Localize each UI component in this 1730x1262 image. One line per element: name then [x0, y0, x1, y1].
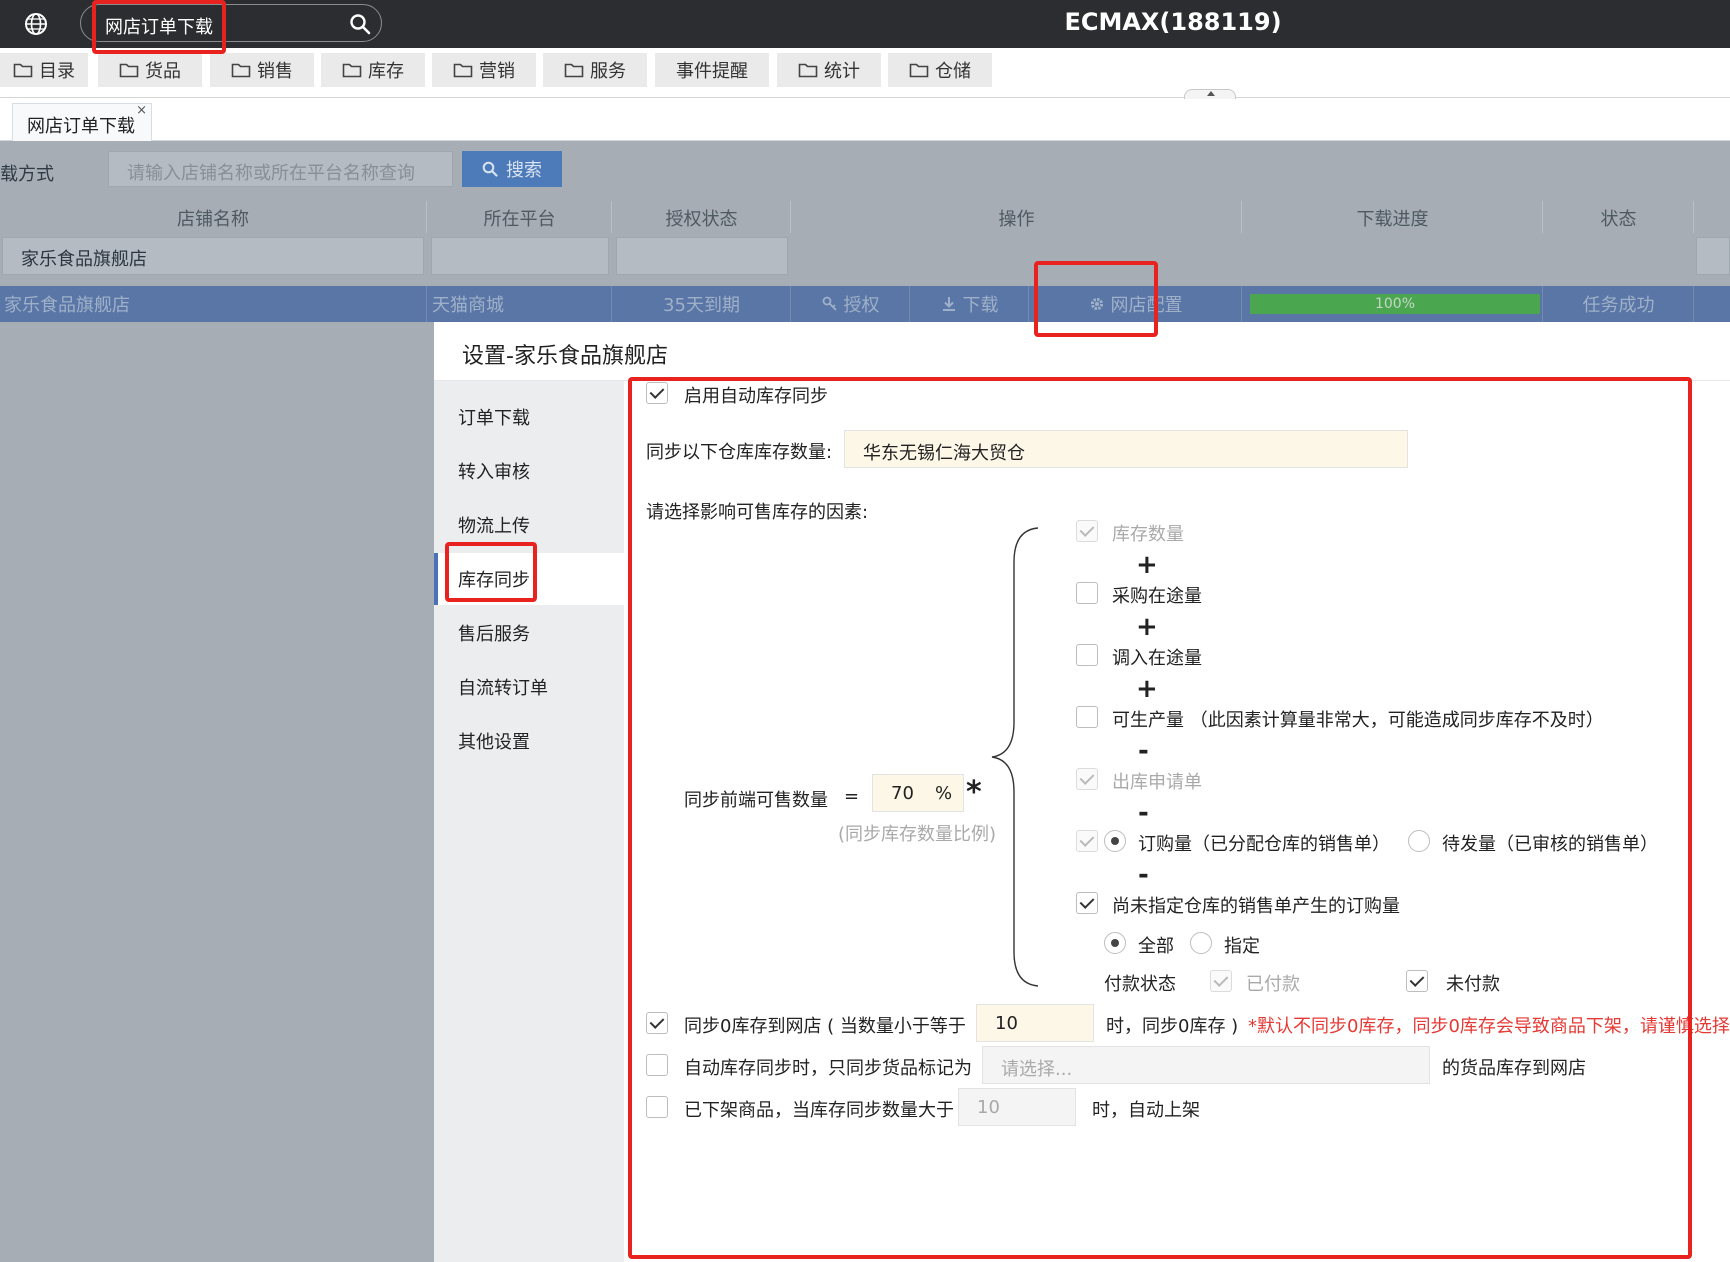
- column-header-actions[interactable]: 操作: [792, 201, 1242, 233]
- menu-catalog[interactable]: 目录: [0, 53, 88, 87]
- annotation-box-search: [92, 0, 226, 54]
- dialog-title: 设置-家乐食品旗舰店: [462, 344, 668, 369]
- search-button-label: 搜索: [506, 160, 542, 181]
- cell-shop-name: 家乐食品旗舰店: [0, 286, 427, 322]
- shop-search-input[interactable]: 请输入店铺名称或所在平台名称查询: [108, 151, 453, 187]
- menu-collapse-handle[interactable]: [1184, 89, 1236, 99]
- menu-goods-label: 货品: [145, 61, 181, 82]
- folder-icon: [564, 63, 584, 78]
- download-button[interactable]: 下载: [911, 286, 1029, 322]
- menu-catalog-label: 目录: [39, 61, 75, 82]
- menu-service-label: 服务: [590, 61, 626, 82]
- annotation-box-settings-panel: [628, 377, 1692, 1259]
- folder-icon: [909, 63, 929, 78]
- menu-sales[interactable]: 销售: [210, 53, 314, 87]
- cell-platform: 天猫商城: [428, 286, 612, 322]
- auth-status-filter-input[interactable]: [616, 237, 788, 275]
- annotation-box-shop-config: [1034, 261, 1158, 337]
- tab-label: 网店订单下载: [27, 116, 135, 137]
- menu-warehouse-label: 仓储: [935, 61, 971, 82]
- shop-name-filter-input[interactable]: 家乐食品旗舰店: [2, 237, 424, 275]
- status-filter-input[interactable]: [1696, 237, 1730, 275]
- column-header-shop-name[interactable]: 店铺名称: [0, 201, 427, 233]
- menu-statistics-label: 统计: [824, 61, 860, 82]
- nav-after-sales[interactable]: 售后服务: [434, 607, 624, 659]
- column-header-status[interactable]: 状态: [1544, 201, 1694, 233]
- authorize-button[interactable]: 授权: [792, 286, 910, 322]
- folder-icon: [13, 63, 33, 78]
- shop-name-filter-value: 家乐食品旗舰店: [21, 249, 147, 270]
- authorize-label: 授权: [843, 295, 880, 316]
- shop-search-placeholder: 请输入店铺名称或所在平台名称查询: [127, 163, 415, 184]
- nav-auto-flow-orders[interactable]: 自流转订单: [434, 661, 624, 713]
- table-row[interactable]: 家乐食品旗舰店 天猫商城 35天到期 授权 下载 网店配置 任务成功 100%: [0, 286, 1730, 322]
- nav-transfer-review[interactable]: 转入审核: [434, 445, 624, 497]
- download-progress-bar: 100%: [1250, 294, 1540, 314]
- column-header-auth-status[interactable]: 授权状态: [613, 201, 791, 233]
- menu-marketing-label: 营销: [479, 61, 515, 82]
- column-header-platform[interactable]: 所在平台: [428, 201, 612, 233]
- platform-filter-input[interactable]: [431, 237, 609, 275]
- nav-other-settings[interactable]: 其他设置: [434, 715, 624, 767]
- download-progress-label: 100%: [1374, 296, 1416, 312]
- search-icon: [482, 161, 498, 177]
- page-tab-strip: 网店订单下载 ×: [0, 99, 1730, 141]
- key-icon: [822, 296, 837, 311]
- close-icon[interactable]: ×: [136, 103, 147, 118]
- main-menu-bar: 目录 货品 销售 库存 营销 服务 事件提醒 统计 仓储: [0, 48, 1730, 98]
- folder-icon: [798, 63, 818, 78]
- top-bar: 网店订单下载 ECMAX(188119): [0, 0, 1730, 48]
- menu-sales-label: 销售: [257, 61, 293, 82]
- menu-service[interactable]: 服务: [543, 53, 647, 87]
- tab-online-order-download[interactable]: 网店订单下载 ×: [12, 103, 152, 141]
- cell-auth-status: 35天到期: [613, 286, 791, 322]
- search-button[interactable]: 搜索: [462, 151, 562, 187]
- menu-inventory[interactable]: 库存: [321, 53, 425, 87]
- folder-icon: [231, 63, 251, 78]
- menu-statistics[interactable]: 统计: [777, 53, 881, 87]
- menu-warehouse[interactable]: 仓储: [888, 53, 992, 87]
- menu-marketing[interactable]: 营销: [432, 53, 536, 87]
- menu-goods[interactable]: 货品: [98, 53, 202, 87]
- folder-icon: [453, 63, 473, 78]
- menu-event-reminder-label: 事件提醒: [676, 61, 748, 82]
- folder-icon: [342, 63, 362, 78]
- settings-side-nav: 订单下载 转入审核 物流上传 库存同步 售后服务 自流转订单 其他设置: [434, 381, 624, 1262]
- annotation-box-inventory-sync: [445, 542, 537, 602]
- download-icon: [942, 297, 955, 311]
- cell-status: 任务成功: [1544, 286, 1694, 322]
- app-title: ECMAX(188119): [1064, 8, 1282, 36]
- nav-order-download[interactable]: 订单下载: [434, 391, 624, 443]
- download-label: 下载: [962, 295, 999, 316]
- download-mode-label: 载方式: [0, 164, 54, 185]
- menu-event-reminder[interactable]: 事件提醒: [655, 53, 769, 87]
- column-header-download-progress[interactable]: 下载进度: [1243, 201, 1543, 233]
- menu-inventory-label: 库存: [368, 61, 404, 82]
- folder-icon: [119, 63, 139, 78]
